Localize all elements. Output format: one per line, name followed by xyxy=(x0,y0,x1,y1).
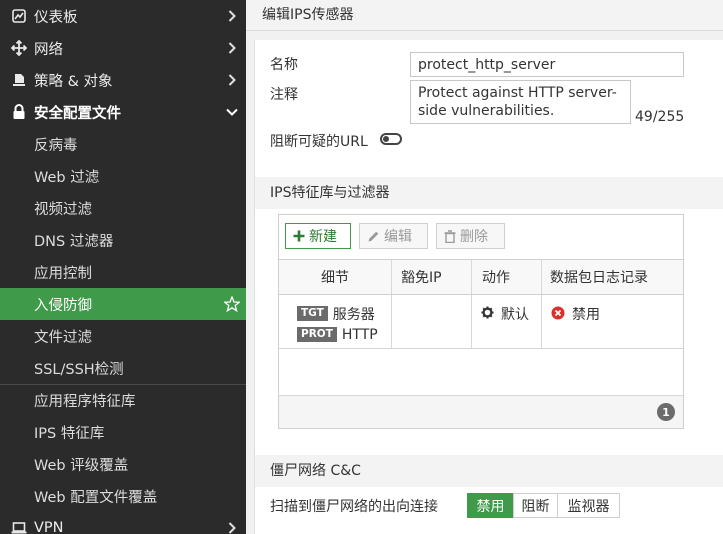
botnet-option-disable[interactable]: 禁用 xyxy=(467,493,514,518)
prot-tag: PROT xyxy=(297,327,337,342)
nav-policy-label: 策略 & 对象 xyxy=(34,73,113,90)
sidebar-item-label: Web 过滤 xyxy=(34,169,100,186)
table-footer: 1 xyxy=(279,395,683,428)
ips-section-header: IPS特征库与过滤器 xyxy=(255,177,723,209)
comment-label: 注释 xyxy=(270,87,298,103)
main-content: 编辑IPS传感器 名称 注释 Protect against HTTP serv… xyxy=(246,0,723,534)
block-url-toggle[interactable] xyxy=(380,133,402,145)
botnet-section-header: 僵尸网络 C&C xyxy=(255,455,723,487)
column-header-packet-logging[interactable]: 数据包日志记录 xyxy=(542,260,683,294)
toggle-knob xyxy=(383,136,389,142)
cell-details: TGT 服务器 PROT HTTP xyxy=(279,295,392,348)
signatures-grid: 细节 豁免IP 动作 数据包日志记录 TGT 服务器 PROT HTTP 默认 … xyxy=(279,259,683,349)
sidebar-item-web-rating-overrides[interactable]: Web 评级覆盖 xyxy=(0,448,246,480)
sidebar-item-label: 文件过滤 xyxy=(34,329,92,346)
botnet-option-block[interactable]: 阻断 xyxy=(513,493,558,518)
new-button[interactable]: 新建 xyxy=(285,223,351,249)
sidebar-item-intrusion-prevention[interactable]: 入侵防御 xyxy=(0,288,246,320)
sidebar-item-ssl-ssh[interactable]: SSL/SSH检测 xyxy=(0,352,246,384)
dashboard-icon xyxy=(10,7,28,25)
action-value: 默认 xyxy=(501,307,529,323)
comment-text: Protect against HTTP server-side vulnera… xyxy=(418,85,617,119)
gear-icon xyxy=(481,306,494,319)
sidebar-item-app-control[interactable]: 应用控制 xyxy=(0,256,246,288)
comment-char-counter: 49/255 xyxy=(635,109,685,125)
laptop-icon xyxy=(10,519,28,534)
page-title: 编辑IPS传感器 xyxy=(246,0,723,31)
delete-button[interactable]: 删除 xyxy=(436,223,505,249)
nav-network[interactable]: 网络 xyxy=(0,32,246,64)
chevron-right-icon xyxy=(218,74,246,86)
sidebar-item-label: 应用控制 xyxy=(34,265,92,282)
sidebar-item-ips-signatures[interactable]: IPS 特征库 xyxy=(0,416,246,448)
botnet-scan-label: 扫描到僵尸网络的出向连接 xyxy=(270,499,438,515)
lock-icon xyxy=(10,103,28,121)
name-input[interactable] xyxy=(410,52,684,77)
star-icon[interactable] xyxy=(218,296,246,312)
prot-value: HTTP xyxy=(341,326,378,343)
sidebar-item-web-filter[interactable]: Web 过滤 xyxy=(0,160,246,192)
chevron-right-icon xyxy=(218,42,246,54)
sidebar-item-label: 入侵防御 xyxy=(34,297,92,314)
nav-network-label: 网络 xyxy=(34,41,63,58)
cell-packet-logging: 禁用 xyxy=(542,295,683,348)
sidebar-item-label: 应用程序特征库 xyxy=(34,394,136,410)
nav-policy-objects[interactable]: 策略 & 对象 xyxy=(0,64,246,96)
sidebar-item-label: Web 评级覆盖 xyxy=(34,457,129,474)
signatures-table: 新建 编辑 删除 细节 豁免IP 动作 数据包日志记录 TGT 服务器 PROT… xyxy=(278,214,684,429)
nav-vpn[interactable]: VPN xyxy=(0,512,246,534)
sidebar-item-label: DNS 过滤器 xyxy=(34,233,114,250)
block-url-label: 阻断可疑的URL xyxy=(270,134,368,150)
sidebar-item-file-filter[interactable]: 文件过滤 xyxy=(0,320,246,352)
chevron-down-icon xyxy=(218,108,246,116)
network-move-icon xyxy=(10,39,28,57)
disabled-x-icon xyxy=(551,306,565,320)
sidebar-item-label: 反病毒 xyxy=(34,137,78,154)
name-label: 名称 xyxy=(270,57,298,73)
column-header-details[interactable]: 细节 xyxy=(279,260,392,294)
nav-security-label: 安全配置文件 xyxy=(34,105,121,122)
trash-icon xyxy=(444,229,456,243)
row-count-badge: 1 xyxy=(657,403,675,421)
edit-button-label: 编辑 xyxy=(384,229,412,245)
edit-panel: 名称 注释 Protect against HTTP server-side v… xyxy=(254,40,723,534)
sidebar-item-video-filter[interactable]: 视频过滤 xyxy=(0,192,246,224)
packet-logging-value: 禁用 xyxy=(572,307,600,323)
policy-stamp-icon xyxy=(10,71,28,89)
table-header: 细节 豁免IP 动作 数据包日志记录 xyxy=(279,259,683,295)
tgt-tag: TGT xyxy=(297,306,328,321)
column-header-exempt-ip[interactable]: 豁免IP xyxy=(392,260,472,294)
nav-dashboard-label: 仪表板 xyxy=(34,9,78,26)
sidebar-item-antivirus[interactable]: 反病毒 xyxy=(0,128,246,160)
cell-action: 默认 xyxy=(472,295,542,348)
sidebar-item-label: IPS 特征库 xyxy=(34,425,105,442)
chevron-right-icon xyxy=(218,522,246,534)
sidebar-item-label: Web 配置文件覆盖 xyxy=(34,489,158,506)
cell-exempt-ip xyxy=(392,295,472,348)
table-row[interactable]: TGT 服务器 PROT HTTP 默认 禁用 xyxy=(279,295,683,349)
pencil-icon xyxy=(367,230,380,243)
column-header-action[interactable]: 动作 xyxy=(472,260,542,294)
botnet-option-monitor[interactable]: 监视器 xyxy=(557,493,620,518)
nav-security-profiles[interactable]: 安全配置文件 xyxy=(0,96,246,128)
sidebar-item-label: 视频过滤 xyxy=(34,201,92,218)
sidebar-item-dns-filter[interactable]: DNS 过滤器 xyxy=(0,224,246,256)
sidebar: 仪表板 网络 策略 & 对象 安全配置文件 反病毒 Web 过滤 视频过滤 DN… xyxy=(0,0,246,534)
new-button-label: 新建 xyxy=(309,229,337,245)
chevron-right-icon xyxy=(218,10,246,22)
edit-button[interactable]: 编辑 xyxy=(359,223,428,249)
delete-button-label: 删除 xyxy=(460,229,488,245)
nav-vpn-label: VPN xyxy=(34,520,64,534)
nav-dashboard[interactable]: 仪表板 xyxy=(0,0,246,32)
sidebar-item-web-profile-overrides[interactable]: Web 配置文件覆盖 xyxy=(0,480,246,512)
table-toolbar: 新建 编辑 删除 xyxy=(279,215,683,259)
sidebar-item-app-signatures[interactable]: 应用程序特征库 xyxy=(0,384,246,416)
comment-textarea[interactable]: Protect against HTTP server-side vulnera… xyxy=(410,80,631,124)
tgt-value: 服务器 xyxy=(332,306,375,323)
sidebar-item-label: SSL/SSH检测 xyxy=(34,361,124,378)
plus-icon xyxy=(293,230,305,242)
